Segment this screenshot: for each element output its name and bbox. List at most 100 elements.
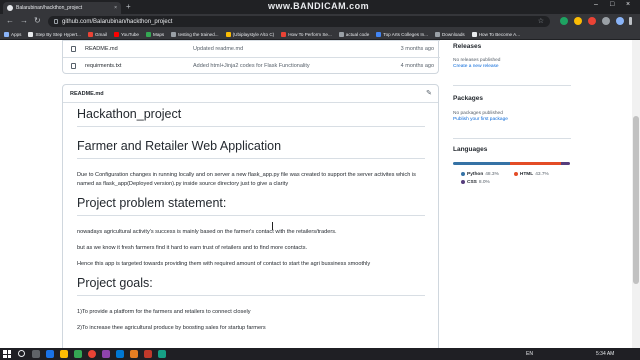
forward-button[interactable]: → <box>20 16 28 26</box>
extension-icon[interactable] <box>574 17 582 25</box>
releases-title[interactable]: Releases <box>453 43 571 50</box>
github-page: README.md Updated readme.md 3 months ago… <box>0 40 640 348</box>
language-bar-segment[interactable] <box>560 162 570 165</box>
bookmark-label: YouTube <box>120 31 139 37</box>
tab-title: Balarubinan/hackthon_project <box>16 5 83 11</box>
bookmark-favicon-icon <box>434 31 440 37</box>
tab-close-icon[interactable]: × <box>114 5 117 11</box>
taskbar-app-icon[interactable] <box>116 350 124 358</box>
legend-item-python[interactable]: Python 48.3% <box>461 172 499 177</box>
edit-pencil-icon[interactable]: ✎ <box>426 89 432 97</box>
new-tab-button[interactable]: + <box>126 2 131 12</box>
taskbar-app-icon[interactable] <box>158 350 166 358</box>
readme-label: README.md <box>70 91 104 97</box>
bookmark-item[interactable]: (Ubiplaystyle A\to C) <box>225 31 274 37</box>
bookmark-favicon-icon <box>225 31 231 37</box>
paragraph-problem-1: nowadays agricultural activity's success… <box>77 229 337 235</box>
paragraph-config: Due to Configuration changes in running … <box>77 172 416 187</box>
input-language[interactable]: EN <box>526 351 533 357</box>
language-bar-segment[interactable] <box>453 162 510 165</box>
taskbar-app-icon[interactable] <box>130 350 138 358</box>
heading-title: Hackathon_project <box>77 107 425 127</box>
windows-start-icon[interactable] <box>3 350 11 358</box>
file-list: README.md Updated readme.md 3 months ago… <box>62 40 440 74</box>
taskbar-app-icon[interactable] <box>102 350 110 358</box>
sidebar-divider <box>453 85 571 86</box>
menu-kebab-icon[interactable] <box>629 17 632 25</box>
text-cursor-icon <box>272 222 275 230</box>
minimize-button[interactable]: – <box>594 1 598 8</box>
language-bar-segment[interactable] <box>509 162 561 165</box>
create-release-link[interactable]: Create a new release <box>453 64 571 69</box>
paragraph-problem-3: Hence this app is targeted towards provi… <box>77 261 371 267</box>
search-icon[interactable] <box>18 350 25 357</box>
chrome-icon[interactable] <box>88 350 96 358</box>
address-url[interactable]: github.com/Balarubinan/hackthon_project <box>62 19 172 25</box>
file-name[interactable]: README.md <box>85 46 118 52</box>
bookmark-item[interactable]: Top Arts Colleges In... <box>376 31 428 37</box>
html-dot-icon <box>513 172 518 176</box>
publish-package-link[interactable]: Publish your first package <box>453 117 571 122</box>
file-row[interactable]: README.md Updated readme.md 3 months ago <box>63 40 440 57</box>
paragraph-problem-2: but as we know it fresh farmers find it … <box>77 245 308 251</box>
commit-message[interactable]: Updated readme.md <box>193 46 243 52</box>
profile-avatar[interactable] <box>616 17 624 25</box>
reload-button[interactable]: ↻ <box>34 16 41 26</box>
bookmark-item[interactable]: Step By Step Hypert... <box>28 31 81 37</box>
lock-icon <box>54 19 58 24</box>
language-percent: 43.7% <box>535 171 549 177</box>
bookmark-favicon-icon <box>338 31 344 37</box>
scrollbar-thumb[interactable] <box>633 116 639 284</box>
taskbar-app-icon[interactable] <box>74 350 82 358</box>
close-window-button[interactable]: × <box>626 1 630 8</box>
legend-row: Python 48.3% HTML 43.7% <box>461 170 571 178</box>
bookmark-item[interactable]: Maps <box>146 31 165 37</box>
back-button[interactable]: ← <box>6 16 14 26</box>
bookmark-item[interactable]: testing the trained... <box>171 31 219 37</box>
bookmark-label: Maps <box>153 31 165 37</box>
language-name: CSS <box>467 179 477 185</box>
file-icon <box>71 63 76 69</box>
extension-icon[interactable] <box>588 17 596 25</box>
bookmark-star-icon[interactable]: ☆ <box>538 16 544 27</box>
bookmark-label: Apps <box>11 31 22 37</box>
bookmark-label: Step By Step Hypert... <box>35 31 81 37</box>
puzzle-icon[interactable] <box>602 17 610 25</box>
task-view-icon[interactable] <box>32 350 40 358</box>
bookmark-favicon-icon <box>113 31 119 37</box>
bookmark-favicon-icon <box>146 31 151 37</box>
browser-tab[interactable]: Balarubinan/hackthon_project × <box>3 2 121 14</box>
readme-header: README.md ✎ <box>63 85 438 103</box>
file-explorer-icon[interactable] <box>60 350 68 358</box>
file-name[interactable]: requirments.txt <box>85 63 121 69</box>
bookmark-label: Top Arts Colleges In... <box>383 31 428 37</box>
windows-taskbar: EN 5:34 AM <box>0 348 640 360</box>
bookmark-item[interactable]: How To Become A... <box>471 31 520 37</box>
bookmark-item[interactable]: YouTube <box>113 31 139 37</box>
system-clock[interactable]: 5:34 AM <box>596 351 614 357</box>
maximize-button[interactable]: □ <box>610 1 614 8</box>
bookmark-item[interactable]: Downloads <box>434 31 465 37</box>
bookmark-item[interactable]: Apps <box>4 31 22 37</box>
bookmark-item[interactable]: actual code <box>338 31 370 37</box>
taskbar-app-icon[interactable] <box>46 350 54 358</box>
extension-icon[interactable] <box>560 17 568 25</box>
bookmark-label: actual code <box>345 31 370 37</box>
bookmark-item[interactable]: Gmail <box>87 31 107 37</box>
packages-title[interactable]: Packages <box>453 95 571 102</box>
browser-toolbar: ← → ↻ github.com/Balarubinan/hackthon_pr… <box>0 14 640 29</box>
legend-item-css[interactable]: CSS 8.0% <box>461 180 490 185</box>
address-bar[interactable]: github.com/Balarubinan/hackthon_project … <box>48 16 550 27</box>
file-row[interactable]: requirments.txt Added html+Jinja2 codes … <box>63 57 440 74</box>
taskbar-app-icon[interactable] <box>144 350 152 358</box>
packages-section: Packages No packages published Publish y… <box>453 95 571 122</box>
heading-app: Farmer and Retailer Web Application <box>77 139 425 159</box>
recording-watermark: www.BANDICAM.com <box>268 1 370 11</box>
page-scrollbar[interactable] <box>632 40 640 348</box>
releases-text: No releases published <box>453 58 501 63</box>
commit-message[interactable]: Added html+Jinja2 codes for Flask Functi… <box>193 63 310 69</box>
languages-title: Languages <box>453 146 488 153</box>
bookmark-favicon-icon <box>87 31 93 37</box>
legend-item-html[interactable]: HTML 43.7% <box>513 171 549 177</box>
bookmark-item[interactable]: How To Perform Se... <box>281 31 332 37</box>
